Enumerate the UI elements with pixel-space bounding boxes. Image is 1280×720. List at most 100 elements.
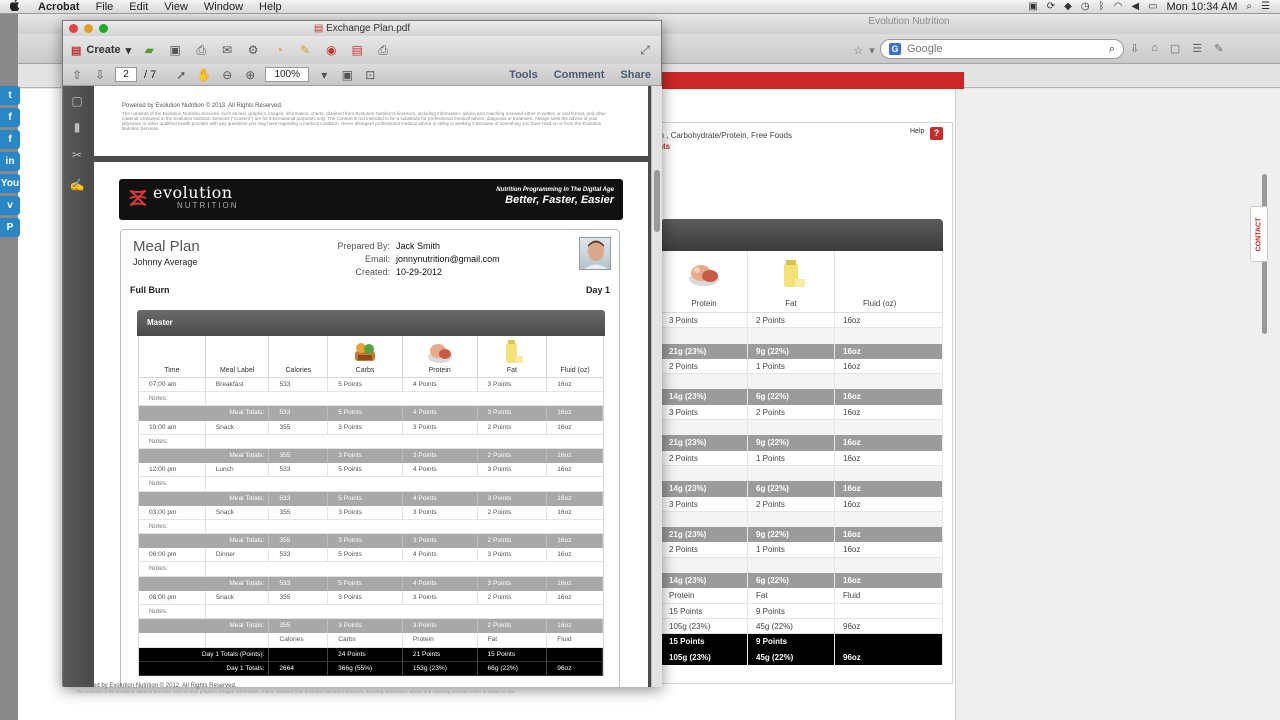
col-calories: Calories [269,336,329,377]
search-field[interactable]: G Google ⌕ [880,39,1124,59]
battery-icon[interactable]: ▭ [1148,1,1157,12]
menu-edit[interactable]: Edit [121,0,156,14]
zoom-dropdown-icon[interactable]: ▾ [316,68,332,82]
web-cell: 2 Points [661,450,748,465]
help-link[interactable]: Help [910,128,924,135]
fullscreen-icon[interactable]: ⤢ [637,43,653,58]
print-icon[interactable]: ⎙ [193,43,209,58]
web-cell [661,465,748,482]
contact-tab[interactable]: CONTACT [1250,206,1268,262]
facebook-share-icon[interactable]: f [0,130,20,149]
dropdown-icon[interactable]: ▾ [869,44,875,57]
minimize-window-icon[interactable] [84,24,93,33]
browser-title: Evolution Nutrition [868,16,950,27]
bookmark-star-icon[interactable]: ☆ [853,44,863,57]
dropbox-icon[interactable]: ▣ [1028,1,1037,12]
web-table-row: 3 Points 2 Points 16oz [661,496,943,512]
clock[interactable]: Mon 10:34 AM [1166,1,1237,13]
next-page-icon[interactable]: ⇩ [92,68,108,82]
fit-page-icon[interactable]: ▣ [339,68,355,82]
select-tool-icon[interactable]: ➚ [173,68,189,82]
meal-totals-fat: 3 Points [478,406,548,421]
volume-icon[interactable]: ◀ [1131,1,1139,12]
settings-icon[interactable]: ⚙ [245,43,261,57]
web-table-row [661,557,943,574]
web-cell [748,328,835,344]
meal-totals-protein: 3 Points [403,619,478,634]
hand-tool-icon[interactable]: ✋ [196,68,212,82]
web-cell: 2 Points [748,404,835,420]
document-scroll-thumb[interactable] [654,170,660,232]
status-icon[interactable]: ◆ [1064,1,1072,12]
attachments-icon[interactable]: ✂ [68,148,86,166]
web-col-fluid-label: Fluid (oz) [863,299,897,308]
bookmarks-icon[interactable]: ▮ [68,120,86,138]
menu-window[interactable]: Window [196,0,251,14]
document-viewport[interactable]: Powered by Evolution Nutrition © 2013. A… [91,86,651,687]
save-icon[interactable]: ▣ [167,43,183,57]
print-setup-icon[interactable]: ⎙ [375,43,391,58]
linkedin-icon[interactable]: in [0,152,20,171]
spotlight-icon[interactable]: ⌕ [1246,1,1252,12]
sign-icon[interactable]: ◉ [323,43,339,57]
meal-totals-fat: 2 Points [478,534,548,549]
day-points-carbs: 24 Points [328,647,403,661]
menu-app-acrobat[interactable]: Acrobat [30,0,88,14]
tab-share[interactable]: Share [620,69,651,81]
create-button[interactable]: ▤ Create ▾ [71,44,131,57]
pinterest-icon[interactable]: P [0,218,20,237]
web-cell: 16oz [835,358,943,374]
help-icon[interactable]: ? [930,127,943,140]
tab-comment[interactable]: Comment [554,69,605,81]
created-value: 10-29-2012 [396,267,443,277]
pencil-icon[interactable]: ✎ [1214,42,1223,55]
menu-help[interactable]: Help [251,0,290,14]
facebook-icon[interactable]: f [0,108,20,127]
sync-icon[interactable]: ⟳ [1047,1,1055,12]
home-icon[interactable]: ⌂ [1151,42,1158,55]
menu-file[interactable]: File [88,0,122,14]
zoom-in-icon[interactable]: ⊕ [242,68,258,82]
bluetooth-icon[interactable]: ᛒ [1099,1,1105,12]
search-icon[interactable]: ⌕ [1109,43,1115,56]
tab-tools[interactable]: Tools [509,69,538,81]
twitter-icon[interactable]: t [0,86,20,105]
email-icon[interactable]: ✉ [219,43,235,57]
zoom-window-icon[interactable] [99,24,108,33]
vimeo-icon[interactable]: v [0,196,20,215]
open-folder-icon[interactable]: ▰ [141,43,157,57]
fit-width-icon[interactable]: ⊡ [362,68,378,82]
acrobat-window: ▤ Exchange Plan.pdf ▤ Create ▾ ▰ ▣ ⎙ ✉ ⚙… [62,20,662,687]
zoom-level-select[interactable]: 100% [265,67,310,82]
close-window-icon[interactable] [69,24,78,33]
page-thumbnails-icon[interactable]: ▢ [68,94,86,112]
window-icon[interactable]: ▢ [1170,42,1180,55]
timemachine-icon[interactable]: ◷ [1081,1,1090,12]
wifi-icon[interactable]: ◠ [1114,1,1123,12]
download-icon[interactable]: ⇩ [1130,42,1139,55]
export-icon[interactable]: ▤ [349,43,365,57]
meal-totals-fat: 2 Points [478,619,548,634]
apple-menu-icon[interactable] [0,0,30,14]
signatures-icon[interactable]: ✍ [68,178,86,196]
google-icon[interactable]: G [889,43,901,55]
document-scrollbar[interactable] [651,86,662,687]
notifications-icon[interactable]: ☰ [1261,1,1270,12]
url-actions: ☆ ▾ ↻ [778,41,890,59]
highlight-icon[interactable]: ✎ [297,43,313,57]
created-label: Created: [355,267,390,277]
meal-totals-calories: 355 [269,619,329,634]
acrobat-main-toolbar: ▤ Create ▾ ▰ ▣ ⎙ ✉ ⚙ ◔ ✎ ◉ ▤ ⎙ ⤢ [63,36,661,64]
zoom-out-icon[interactable]: ⊖ [219,68,235,82]
page-number-input[interactable]: 2 [115,67,137,82]
meal-notes-value [206,477,603,490]
meal-totals-fluid: 16oz [547,619,603,634]
previous-page-icon[interactable]: ⇧ [69,68,85,82]
youtube-icon[interactable]: You [0,174,20,193]
menu-view[interactable]: View [156,0,196,14]
menu-icon[interactable]: ☰ [1192,42,1202,55]
web-table-row: 3 Points 2 Points 16oz [661,313,943,329]
meal-notes-label: Notes: [139,392,206,406]
comment-icon[interactable]: ◔ [271,43,287,57]
web-cell: 2 Points [661,542,748,557]
